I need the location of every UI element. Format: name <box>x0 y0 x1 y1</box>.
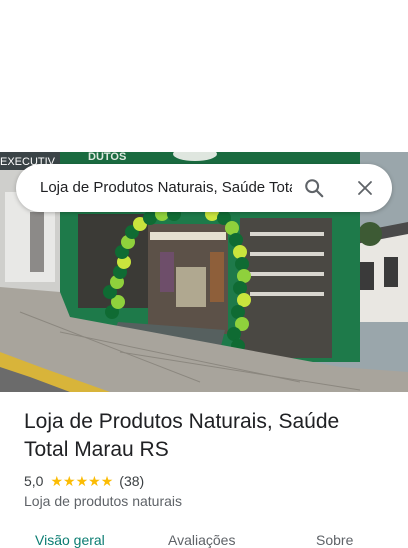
close-icon <box>358 181 372 195</box>
star-icon: ★ <box>75 473 89 489</box>
search-button[interactable] <box>298 172 330 204</box>
rating-row[interactable]: 5,0 ★ ★ ★ ★ ★ (38) <box>24 472 144 490</box>
star-icon: ★ <box>88 473 101 489</box>
star-icon: ★ <box>100 473 114 489</box>
search-bar[interactable]: Loja de Produtos Naturais, Saúde Total M… <box>16 164 392 212</box>
review-count[interactable]: (38) <box>119 473 144 489</box>
star-icon: ★ <box>63 473 76 489</box>
sign-text-top: DUTOS <box>88 152 126 163</box>
blank-map-area <box>0 0 408 152</box>
tab-overview[interactable]: Visão geral <box>35 532 105 548</box>
place-title: Loja de Produtos Naturais, Saúde Total M… <box>24 410 340 461</box>
tab-about[interactable]: Sobre <box>316 532 353 548</box>
tab-reviews[interactable]: Avaliações <box>168 532 235 548</box>
rating-stars: ★ ★ ★ ★ ★ <box>50 474 113 488</box>
place-category[interactable]: Loja de produtos naturais <box>24 493 182 509</box>
star-icon: ★ <box>50 473 64 489</box>
rating-value: 5,0 <box>24 473 44 489</box>
place-tabs: Visão geral Avaliações Sobre <box>0 530 408 548</box>
close-button[interactable] <box>349 172 381 204</box>
place-info-panel: Loja de Produtos Naturais, Saúde Total M… <box>0 392 408 548</box>
search-icon <box>305 179 324 198</box>
search-input[interactable]: Loja de Produtos Naturais, Saúde Total M… <box>40 164 292 212</box>
